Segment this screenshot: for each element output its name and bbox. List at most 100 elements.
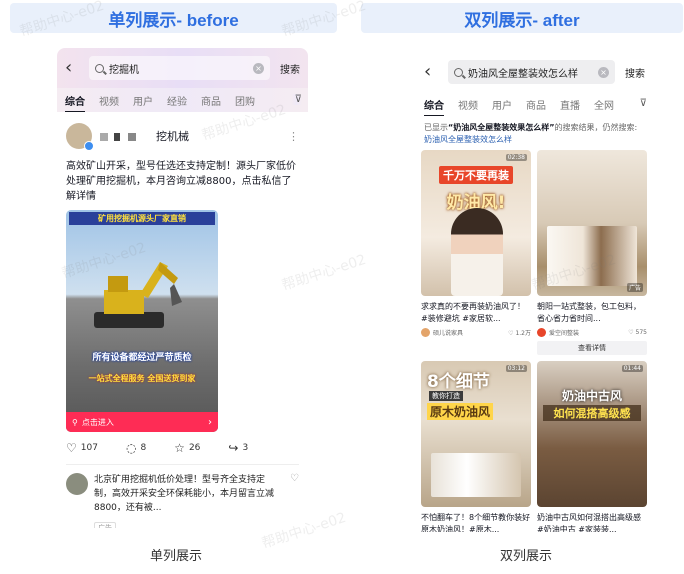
divider [66, 464, 299, 465]
tab-comprehensive[interactable]: 综合 [424, 97, 444, 116]
video-duration: 03:12 [505, 365, 527, 372]
feed-post[interactable]: 挖机械 ⋮ 高效矿山开采，型号任选还支持定制！源头厂家低价处理矿用挖掘机，本月咨… [57, 112, 308, 528]
search-button[interactable]: 搜索 [625, 65, 645, 80]
cover-highlight: 原木奶油风 [427, 403, 494, 420]
search-input[interactable]: 挖掘机 × [89, 56, 270, 80]
post-video[interactable]: 矿用挖掘机源头厂家直销 所有设备都经过严苛质检 一站式全程服务 全国送货到家 ⚲… [66, 210, 218, 432]
filter-icon[interactable]: ⊽ [290, 94, 302, 105]
filter-icon[interactable]: ⊽ [635, 98, 647, 109]
avatar[interactable] [66, 123, 94, 151]
avatar[interactable] [421, 328, 430, 337]
search-bar: ‹ 挖掘机 × 搜索 [57, 48, 308, 88]
share-button[interactable]: ↪ 3 [228, 442, 248, 454]
card-likes: ♡ 575 [628, 329, 647, 336]
tab-live[interactable]: 直播 [560, 97, 580, 112]
ad-text: 北京矿用挖掘机低价处理！型号齐全支持定制，高效开采安全环保耗能小，本月留言立减8… [94, 475, 275, 513]
link-icon: ⚲ [72, 417, 78, 427]
back-arrow-icon[interactable]: ‹ [65, 59, 83, 77]
card-cover[interactable]: 广告 [537, 150, 647, 296]
result-card[interactable]: 01:44 奶油中古风 如何混搭高级感 奶油中古风如何混搭出高级感#奶油中古 #… [537, 361, 647, 532]
tab-products[interactable]: 商品 [526, 97, 546, 112]
search-query: 奶油风全屋整装效怎么样 [468, 68, 578, 80]
before-caption: 单列展示 [150, 549, 203, 564]
card-author[interactable]: 爱空间整装 [549, 328, 579, 337]
tab-users[interactable]: 用户 [492, 97, 512, 112]
comment-icon: ◌ [125, 441, 137, 455]
share-count: 3 [242, 443, 249, 453]
comment-button[interactable]: ◌ 8 [126, 442, 146, 454]
avatar[interactable] [537, 328, 546, 337]
cover-text: 奶油中古风 [561, 389, 622, 403]
search-icon [95, 63, 104, 73]
share-icon: ↪ [228, 441, 239, 455]
card-cover[interactable]: 01:44 奶油中古风 如何混搭高级感 [537, 361, 647, 507]
card-meta: 爱空间整装 ♡ 575 [537, 328, 647, 337]
search-bar: ‹ 奶油风全屋整装效怎么样 × 搜索 [416, 52, 653, 92]
card-cover[interactable]: 02:38 千万不要再装 奶油风! [421, 150, 531, 296]
view-details-button[interactable]: 查看详情 [537, 341, 647, 355]
like-button[interactable]: ♡ 107 [66, 442, 98, 454]
result-card[interactable]: 03:12 8个细节 教你打造 原木奶油风 不怕翻车了！8个细节教你装好原木奶油… [421, 361, 531, 532]
tab-video[interactable]: 视频 [99, 93, 119, 108]
heart-icon[interactable]: ♡ [290, 473, 299, 528]
card-title: 朝阳一站式整装，包工包料，省心省力省时间... [537, 302, 641, 323]
card-title: 求求真的不要再装奶油风了！#装修避坑 #家居软... [421, 302, 525, 323]
post-author[interactable]: 挖机械 [100, 128, 189, 144]
video-duration: 01:44 [621, 365, 643, 372]
search-input[interactable]: 奶油风全屋整装效怎么样 × [448, 60, 615, 84]
back-arrow-icon[interactable]: ‹ [424, 63, 442, 81]
tab-products[interactable]: 商品 [201, 93, 221, 108]
original-query-link[interactable]: 奶油风全屋整装效怎么样 [424, 135, 512, 144]
excavator-image [94, 262, 182, 328]
card-title: 奶油中古风如何混搭出高级感#奶油中古 #家装装... [537, 513, 641, 532]
cover-subtext: 教你打造 [429, 391, 463, 401]
living-room-image [547, 226, 637, 286]
after-caption: 双列展示 [500, 549, 553, 564]
cover-text: 8个细节 [427, 372, 490, 392]
interior-image [431, 453, 521, 497]
comment-count: 8 [140, 443, 147, 453]
tab-web[interactable]: 全网 [594, 97, 614, 112]
comparison-page: 单列展示- before 双列展示- after ‹ 挖掘机 × 搜索 综合 视… [0, 0, 684, 574]
video-caption-sub: 一站式全程服务 全国送货到家 [88, 374, 196, 383]
video-duration: 02:38 [505, 154, 527, 161]
card-likes: ♡ 1.2万 [508, 330, 531, 337]
cta-label: 点击进入 [81, 417, 114, 427]
tab-video[interactable]: 视频 [458, 97, 478, 112]
presenter-image [451, 208, 503, 296]
search-correction-notice: 已显示“奶油风全屋整装效果怎么样”的搜索结果，仍然搜索:奶油风全屋整装效怎么样 [424, 123, 638, 144]
tab-experience[interactable]: 经验 [167, 93, 187, 108]
ad-card[interactable]: 广告 朝阳一站式整装，包工包料，省心省力省时间... 爱空间整装 ♡ 575 查… [537, 150, 647, 355]
tab-comprehensive[interactable]: 综合 [65, 93, 85, 112]
heart-icon: ♡ [66, 441, 77, 455]
card-cover[interactable]: 03:12 8个细节 教你打造 原木奶油风 [421, 361, 531, 507]
tab-groupbuy[interactable]: 团购 [235, 93, 255, 108]
ad-tag: 广告 [94, 522, 116, 528]
card-meta: 硕儿说家具 ♡ 1.2万 [421, 328, 531, 337]
post-text: 高效矿山开采，型号任选还支持定制！源头厂家低价处理矿用挖掘机，本月咨询立减880… [66, 161, 296, 202]
video-caption-main: 所有设备都经过严苛质检 [92, 353, 192, 363]
card-title: 不怕翻车了！8个细节教你装好原木奶油风！#原木... [421, 513, 531, 532]
verified-badge-icon [84, 141, 94, 151]
enter-cta-button[interactable]: ⚲ 点击进入 › [66, 412, 218, 432]
ad-comment-row[interactable]: 北京矿用挖掘机低价处理！型号齐全支持定制，高效开采安全环保耗能小，本月留言立减8… [66, 473, 299, 528]
tab-users[interactable]: 用户 [133, 93, 153, 108]
favorite-button[interactable]: ☆ 26 [174, 442, 200, 454]
card-author[interactable]: 硕儿说家具 [433, 328, 463, 337]
search-button[interactable]: 搜索 [280, 61, 300, 76]
like-count: 107 [80, 443, 98, 453]
post-header: 挖机械 ⋮ [66, 122, 299, 151]
result-grid: 02:38 千万不要再装 奶油风! 求求真的不要再装奶油风了！#装修避坑 #家居… [416, 150, 653, 532]
clear-icon[interactable]: × [253, 62, 264, 74]
clear-icon[interactable]: × [598, 66, 609, 78]
more-icon[interactable]: ⋮ [288, 130, 299, 143]
post-actions: ♡ 107 ◌ 8 ☆ 26 ↪ 3 [66, 442, 299, 454]
result-card[interactable]: 02:38 千万不要再装 奶油风! 求求真的不要再装奶油风了！#装修避坑 #家居… [421, 150, 531, 355]
avatar[interactable] [66, 473, 88, 495]
search-query: 挖掘机 [109, 64, 139, 76]
chevron-right-icon: › [208, 416, 212, 428]
search-tabs: 综合 视频 用户 经验 商品 团购 ⊽ [57, 88, 308, 112]
video-headline: 矿用挖掘机源头厂家直销 [69, 212, 215, 225]
search-icon [454, 67, 463, 77]
single-column-screen: ‹ 挖掘机 × 搜索 综合 视频 用户 经验 商品 团购 ⊽ 挖机械 ⋮ 高效矿… [57, 48, 308, 528]
